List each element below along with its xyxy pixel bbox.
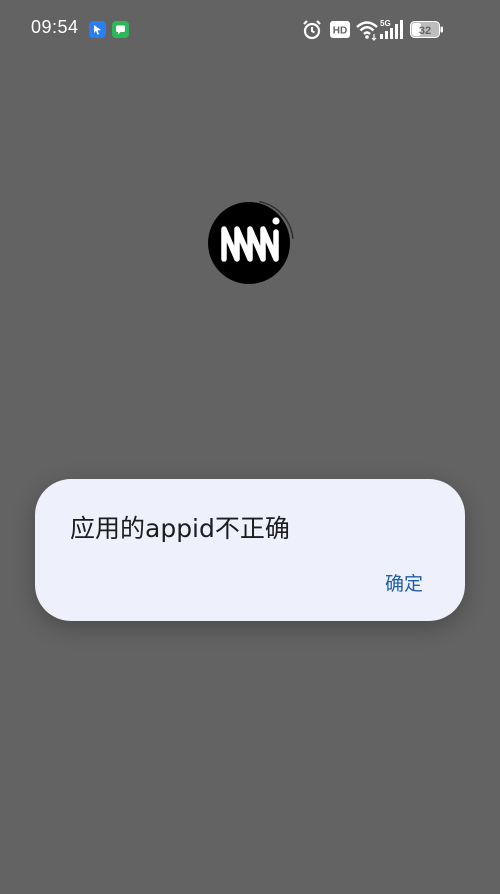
battery-level: 32 (419, 25, 431, 37)
dialog-message: 应用的appid不正确 (70, 514, 290, 543)
status-bar: 09:54 HD 5G 32 (0, 0, 500, 60)
alert-dialog: 应用的appid不正确 确定 (35, 479, 465, 621)
hd-label: HD (333, 26, 347, 37)
app-screen: 09:54 HD 5G 32 应用的appid不正确 确定 (0, 0, 500, 894)
signal-icon: 5G (380, 18, 406, 46)
alarm-icon (301, 18, 323, 46)
message-notification-icon (112, 21, 129, 38)
status-time: 09:54 (31, 17, 79, 37)
app-logo (207, 199, 295, 287)
confirm-button[interactable]: 确定 (385, 569, 423, 596)
battery-icon: 32 (410, 21, 444, 42)
wifi-icon (355, 18, 379, 46)
network-label: 5G (380, 19, 391, 28)
app-notification-icon (89, 21, 106, 38)
hd-icon: HD (330, 21, 350, 42)
